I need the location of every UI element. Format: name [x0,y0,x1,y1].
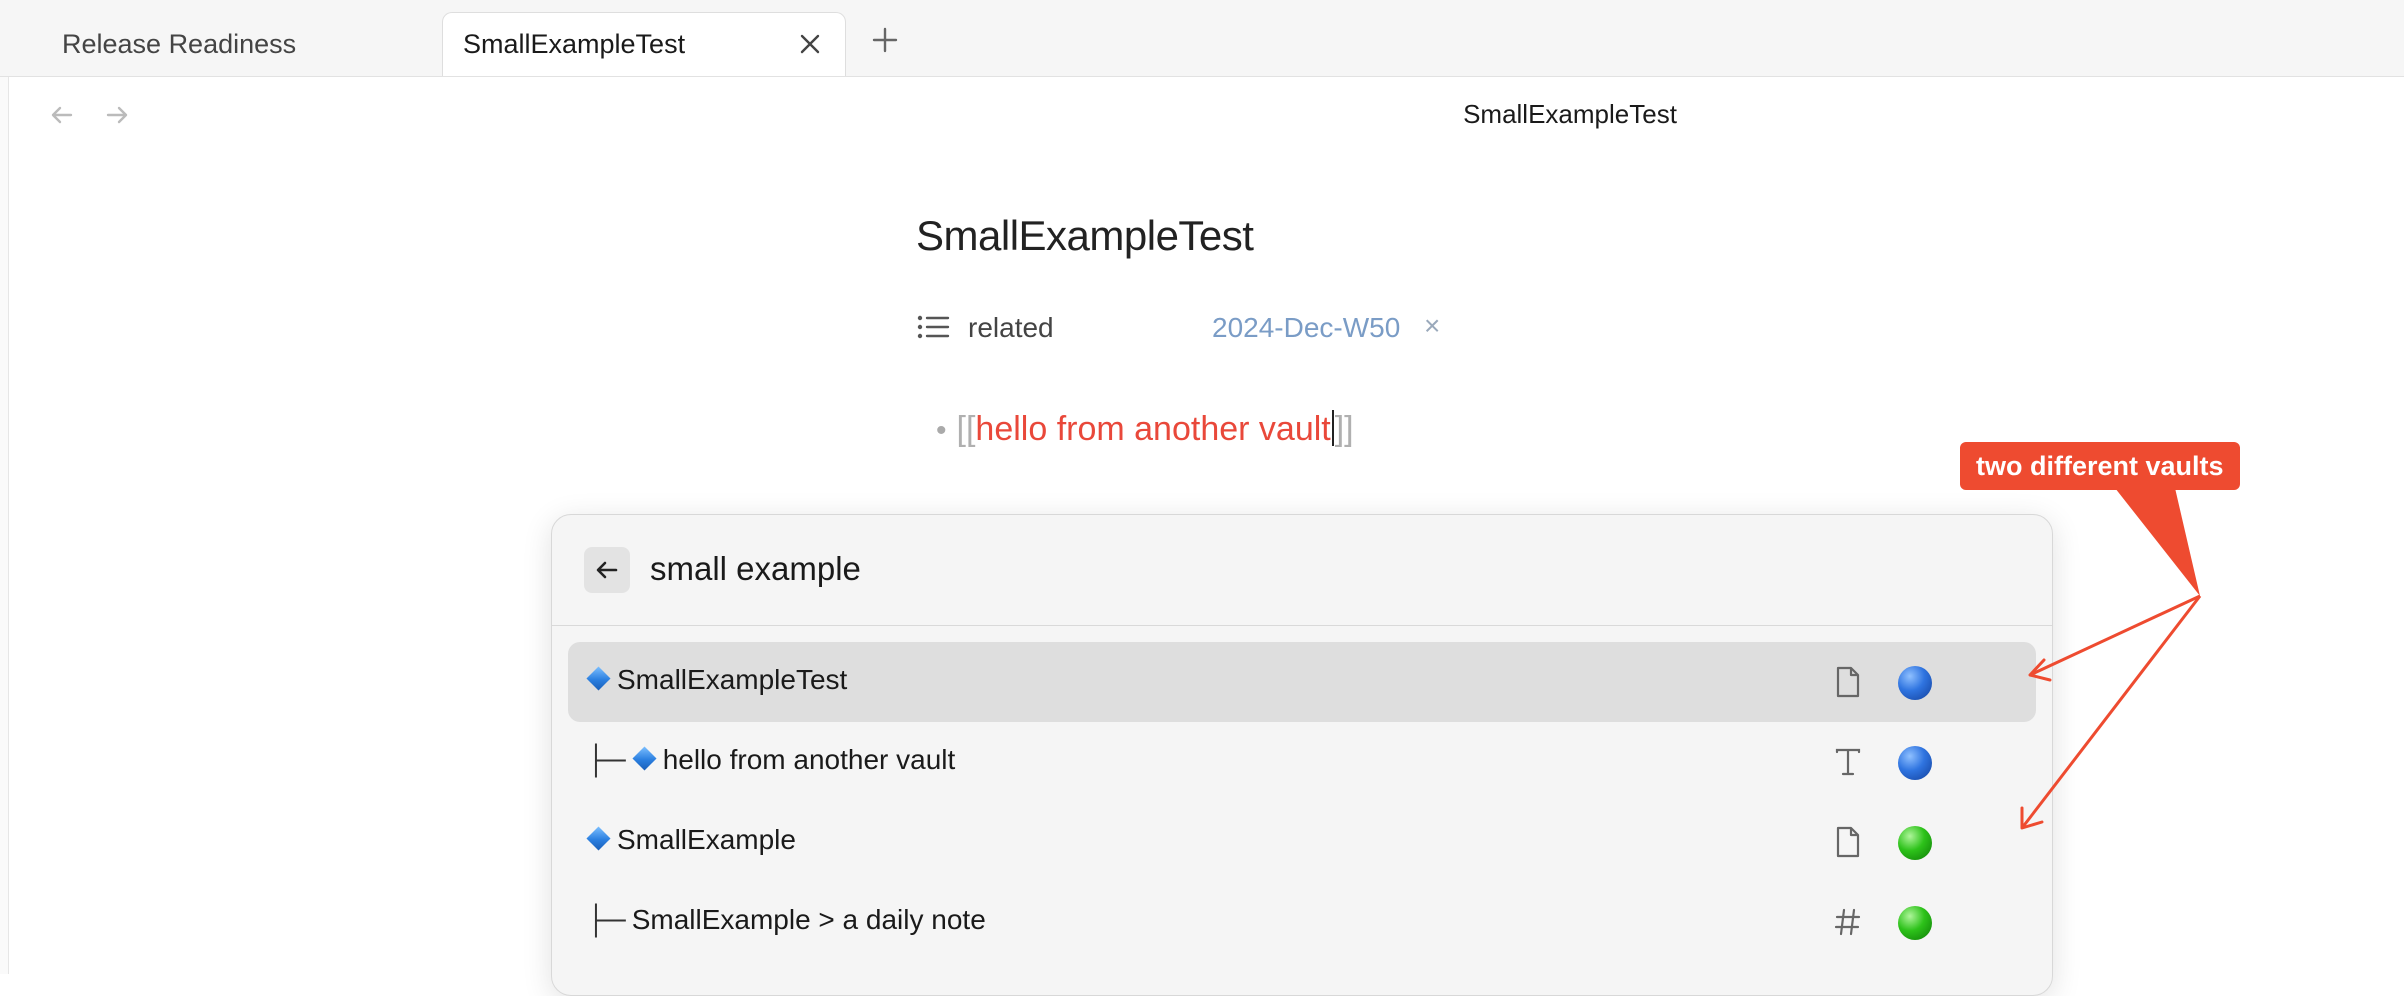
tab-bar: Release Readiness SmallExampleTest [0,0,2404,77]
bullet-item[interactable]: • [[hello from another vault]] [936,410,1354,449]
note-title[interactable]: SmallExampleTest [916,212,1254,260]
property-key[interactable]: related [968,312,1054,344]
result-label: SmallExampleTest [617,664,848,695]
result-item[interactable]: SmallExampleTest [568,642,2036,722]
result-item[interactable]: ├─ hello from another vault [568,722,2036,802]
result-item[interactable]: ├─ SmallExample > a daily note [568,882,2036,962]
tree-branch-prefix: ├─ [586,744,626,775]
result-label: SmallExample [617,824,796,855]
result-label: SmallExample > a daily note [631,904,986,935]
text-caret [1331,410,1334,446]
back-button[interactable] [584,547,630,593]
view-header: SmallExampleTest [0,77,2404,157]
result-label: hello from another vault [662,744,956,775]
result-item[interactable]: SmallExample [568,802,2036,882]
forward-arrow-icon[interactable] [99,97,135,133]
tab-label: SmallExampleTest [463,29,686,59]
vault-indicator-green-icon [1898,906,1932,940]
switcher-search-input[interactable] [650,545,1850,593]
switcher-results-list: SmallExampleTest ├─ hello from another va… [568,642,2036,962]
list-icon[interactable] [916,312,950,342]
annotation-callout: two different vaults [1960,442,2240,490]
link-open-bracket: [[ [956,410,976,448]
back-arrow-icon[interactable] [44,97,80,133]
close-icon[interactable] [793,27,827,61]
remove-value-icon[interactable]: × [1424,310,1440,342]
switcher-header [552,515,2052,626]
arrow-to-blue-vault [2029,594,2201,677]
bullet-dot-icon: • [936,414,947,447]
vault-indicator-blue-icon [1898,746,1932,780]
quick-switcher-popup: SmallExampleTest ├─ hello from another va… [551,514,2053,996]
tab-label: Release Readiness [62,28,297,59]
file-icon [1828,662,1868,702]
link-close-bracket: ]] [1334,410,1354,448]
callout-pointer [2115,488,2200,596]
blue-diamond-icon [632,746,657,771]
new-tab-plus-icon[interactable] [865,20,905,60]
property-row: related 2024-Dec-W50 × [916,308,1516,348]
left-arrow-icon [596,561,618,579]
vault-indicator-blue-icon [1898,666,1932,700]
tree-branch-prefix: ├─ [586,904,626,935]
vault-indicator-green-icon [1898,826,1932,860]
tab-release-readiness[interactable]: Release Readiness [62,12,432,76]
property-value-link[interactable]: 2024-Dec-W50 [1212,312,1400,344]
hash-icon [1828,902,1868,942]
tab-smallexampletest[interactable]: SmallExampleTest [442,12,846,76]
view-title: SmallExampleTest [1463,99,1677,129]
text-icon [1828,742,1868,782]
wikilink-text[interactable]: hello from another vault [975,410,1330,448]
file-icon [1828,822,1868,862]
blue-diamond-icon [586,666,611,691]
blue-diamond-icon [586,826,611,851]
